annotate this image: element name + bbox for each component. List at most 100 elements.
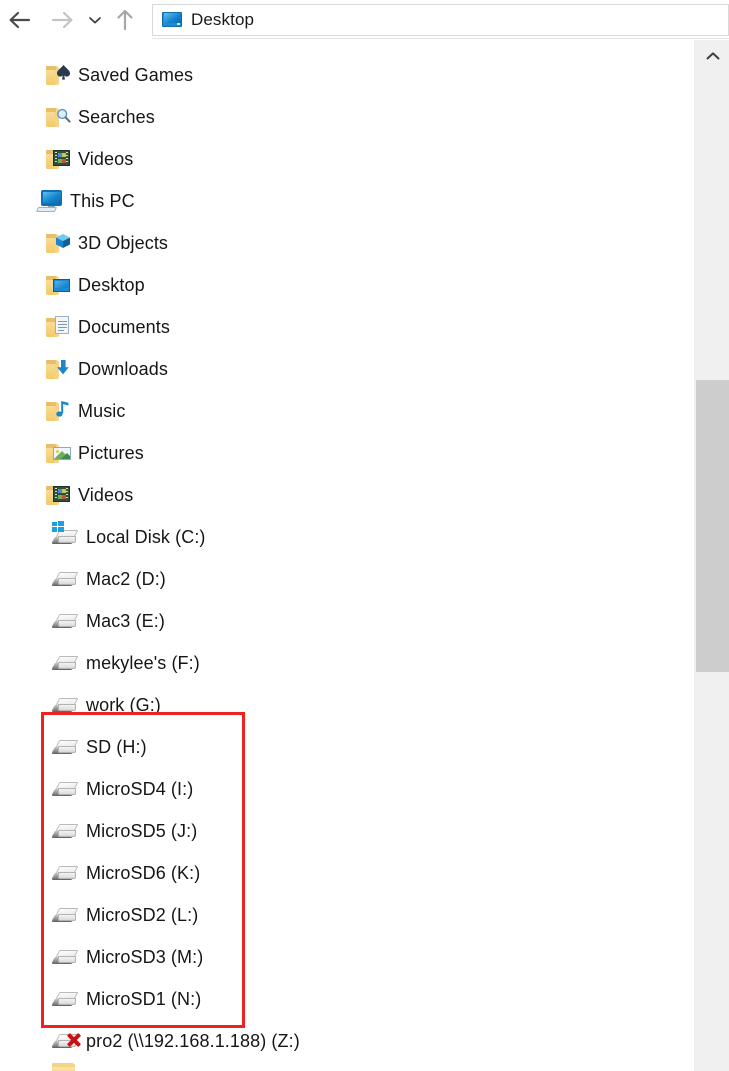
- drive-icon: [51, 614, 79, 629]
- tree-item[interactable]: Searches: [44, 96, 155, 138]
- tree-item[interactable]: Local Disk (C:): [51, 516, 206, 558]
- chevron-down-icon: [89, 17, 101, 24]
- tree-item-label: Videos: [78, 148, 134, 169]
- spade-overlay-icon: [56, 64, 71, 81]
- tree-item[interactable]: MicroSD5 (J:): [51, 810, 197, 852]
- tree-item-label: 3D Objects: [78, 232, 169, 253]
- tree-item[interactable]: This PC: [35, 180, 135, 222]
- tree-item[interactable]: MicroSD2 (L:): [51, 894, 199, 936]
- tree-item-icon: [44, 482, 72, 508]
- tree-item[interactable]: MicroSD6 (K:): [51, 852, 201, 894]
- tree-item-icon: [44, 230, 72, 256]
- tree-item[interactable]: MicroSD1 (N:): [51, 978, 202, 1020]
- magnifier-overlay-icon: [56, 108, 71, 123]
- tree-item-icon: [44, 314, 72, 340]
- drive-icon: [51, 824, 79, 839]
- tree-item[interactable]: Documents: [44, 306, 170, 348]
- tree-item-label: MicroSD3 (M:): [86, 946, 204, 967]
- tree-item-label: Mac2 (D:): [86, 568, 166, 589]
- tree-item[interactable]: Videos: [44, 138, 133, 180]
- tree-item-label: Pictures: [78, 442, 144, 463]
- tree-item[interactable]: MicroSD3 (M:): [51, 936, 204, 978]
- tree-item-label: MicroSD2 (L:): [86, 904, 199, 925]
- vertical-scrollbar[interactable]: [694, 40, 729, 1071]
- tree-item-icon: [51, 1028, 82, 1054]
- tree-item-icon: [44, 62, 72, 88]
- drive-icon: [51, 782, 79, 797]
- download-arrow-overlay-icon: [55, 359, 71, 376]
- tree-item-label: This PC: [70, 190, 135, 211]
- tree-item-icon: [44, 440, 72, 466]
- drive-windows-icon: [51, 530, 79, 545]
- scrollbar-up-button[interactable]: [695, 40, 729, 72]
- tree-item-label: Videos: [78, 484, 134, 505]
- back-button[interactable]: [5, 6, 35, 34]
- navbar-divider: [152, 38, 729, 39]
- address-bar[interactable]: Desktop: [152, 4, 729, 36]
- tree-item-label: MicroSD4 (I:): [86, 778, 194, 799]
- tree-item[interactable]: SD (H:): [51, 726, 147, 768]
- drive-icon: [51, 698, 79, 713]
- tree-item[interactable]: MicroSD4 (I:): [51, 768, 194, 810]
- tree-item[interactable]: work (G:): [51, 684, 161, 726]
- tree-item-label: Saved Games: [78, 64, 194, 85]
- tree-item-icon: [51, 608, 80, 634]
- tree-item-icon: [44, 356, 72, 382]
- tree-item[interactable]: pro2 (\\192.168.1.188) (Z:): [51, 1020, 300, 1062]
- drive-icon: [51, 908, 79, 923]
- tree-item[interactable]: Mac3 (E:): [51, 600, 165, 642]
- tree-item-label: SD (H:): [86, 736, 147, 757]
- navigation-bar: Desktop: [0, 0, 729, 40]
- up-button[interactable]: [110, 6, 140, 34]
- tree-item-icon: [51, 986, 80, 1012]
- arrow-up-icon: [117, 9, 133, 31]
- drive-icon: [51, 950, 79, 965]
- picture-overlay-icon: [53, 447, 71, 460]
- tree-item-label: work (G:): [86, 694, 161, 715]
- tree-item[interactable]: Saved Games: [44, 54, 193, 96]
- scrollbar-thumb[interactable]: [696, 380, 729, 672]
- tree-item-label: Downloads: [78, 358, 168, 379]
- drive-icon: [51, 656, 79, 671]
- tree-item-label: pro2 (\\192.168.1.188) (Z:): [86, 1030, 300, 1051]
- 3d-cube-overlay-icon: [55, 233, 71, 249]
- recent-locations-button[interactable]: [84, 6, 106, 34]
- tree-item-label: Local Disk (C:): [86, 526, 206, 547]
- this-pc-icon: [35, 190, 63, 212]
- tree-item-icon: [51, 776, 80, 802]
- red-x-overlay-icon: [66, 1032, 82, 1048]
- tree-item[interactable]: 3D Objects: [44, 222, 168, 264]
- tree-item-label: MicroSD1 (N:): [86, 988, 202, 1009]
- tree-item[interactable]: Downloads: [44, 348, 168, 390]
- navigation-tree[interactable]: Saved Games Searches Videos This PC 3D Objec…: [0, 40, 694, 1071]
- partial-folder-icon: [50, 1063, 76, 1071]
- tree-item-icon: [51, 902, 80, 928]
- drive-icon: [51, 992, 79, 1007]
- film-strip-overlay-icon: [53, 150, 70, 166]
- tree-item-label: Documents: [78, 316, 170, 337]
- tree-item[interactable]: Mac2 (D:): [51, 558, 166, 600]
- tree-item-label: Desktop: [78, 274, 145, 295]
- tree-item[interactable]: Videos: [44, 474, 133, 516]
- tree-item[interactable]: Desktop: [44, 264, 145, 306]
- tree-item-label: mekylee's (F:): [86, 652, 200, 673]
- forward-button[interactable]: [47, 6, 77, 34]
- tree-item-icon: [51, 650, 80, 676]
- tree-item-icon: [51, 692, 80, 718]
- desktop-monitor-icon: [162, 11, 182, 29]
- tree-item[interactable]: Pictures: [44, 432, 144, 474]
- tree-item-label: Mac3 (E:): [86, 610, 165, 631]
- desktop-overlay-icon: [53, 279, 70, 292]
- tree-item-icon: [44, 104, 72, 130]
- tree-item-icon: [44, 398, 72, 424]
- drive-icon: [51, 740, 79, 755]
- tree-item-icon: [44, 272, 72, 298]
- tree-item-label: MicroSD6 (K:): [86, 862, 201, 883]
- tree-item[interactable]: Music: [44, 390, 126, 432]
- drive-icon: [51, 866, 79, 881]
- document-overlay-icon: [55, 316, 69, 334]
- tree-item-label: Music: [78, 400, 126, 421]
- tree-item[interactable]: mekylee's (F:): [51, 642, 200, 684]
- tree-item-label: Searches: [78, 106, 155, 127]
- tree-item-icon: [51, 734, 80, 760]
